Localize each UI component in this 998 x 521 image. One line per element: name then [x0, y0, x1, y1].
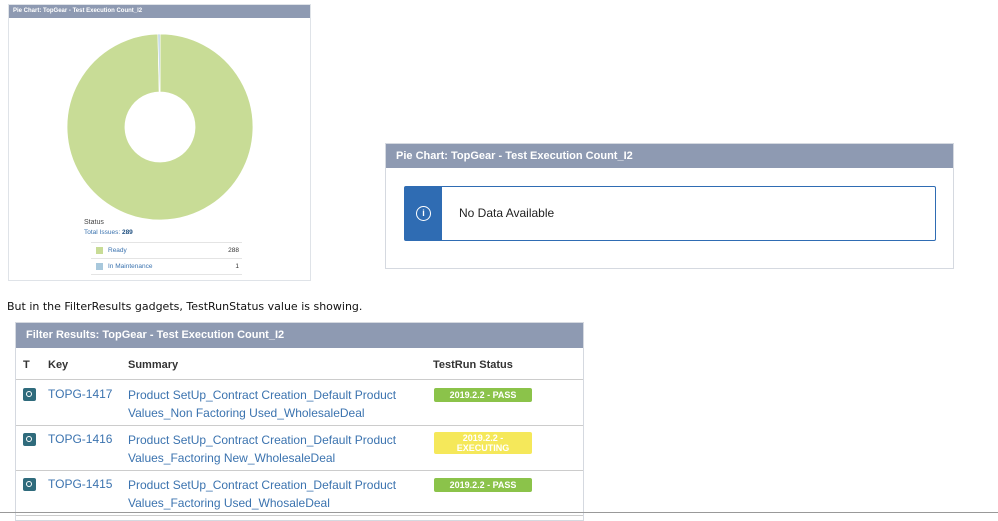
status-badge-text: EXECUTING: [456, 443, 510, 453]
column-header-type[interactable]: T: [23, 359, 30, 371]
status-badge: 2019.2.2 - PASS: [434, 478, 532, 492]
status-badge: 2019.2.2 - PASS: [434, 388, 532, 402]
issue-key-link[interactable]: TOPG-1416: [48, 432, 112, 446]
divider: [0, 512, 998, 513]
summary-line: Product SetUp_Contract Creation_Default …: [128, 433, 397, 447]
issue-summary-link[interactable]: Product SetUp_Contract Creation_Default …: [128, 432, 423, 467]
test-issue-type-icon: [23, 433, 36, 446]
total-issues-label: Total Issues:: [84, 229, 121, 236]
issue-summary-link[interactable]: Product SetUp_Contract Creation_Default …: [128, 477, 423, 512]
legend-item-ready[interactable]: Ready 288: [91, 242, 242, 259]
status-badge-text: 2019.2.2 -: [462, 433, 504, 443]
status-label: Status: [84, 219, 104, 226]
info-message: i No Data Available: [404, 186, 936, 241]
summary-line: Values_Factoring New_WholesaleDeal: [128, 450, 336, 465]
legend-count: 1: [235, 263, 239, 270]
table-row: TOPG-1415 Product SetUp_Contract Creatio…: [16, 470, 583, 516]
pie-chart: [66, 33, 254, 221]
total-issues-value[interactable]: 289: [122, 229, 133, 236]
issue-key-link[interactable]: TOPG-1415: [48, 477, 112, 491]
summary-line: Product SetUp_Contract Creation_Default …: [128, 478, 397, 492]
column-header-summary[interactable]: Summary: [128, 359, 178, 371]
legend-swatch: [96, 263, 103, 270]
legend-label: Ready: [108, 247, 127, 254]
filter-results-gadget: Filter Results: TopGear - Test Execution…: [15, 322, 584, 521]
summary-line: Values_Non Factoring Used_WholesaleDeal: [128, 405, 365, 420]
gadget-title: Pie Chart: TopGear - Test Execution Coun…: [386, 144, 953, 168]
issue-summary-link[interactable]: Product SetUp_Contract Creation_Default …: [128, 387, 423, 422]
table-header: T Key Summary TestRun Status: [16, 348, 583, 380]
legend-item-in-maintenance[interactable]: In Maintenance 1: [91, 259, 242, 275]
legend-count: 288: [228, 247, 239, 254]
gadget-title: Pie Chart: TopGear - Test Execution Coun…: [9, 5, 310, 18]
test-issue-type-icon: [23, 478, 36, 491]
gadget-title: Filter Results: TopGear - Test Execution…: [16, 323, 583, 348]
pie-chart-gadget-empty: Pie Chart: TopGear - Test Execution Coun…: [385, 143, 954, 269]
status-badge-text: 2019.2.2 - PASS: [449, 480, 517, 490]
status-badge: 2019.2.2 - EXECUTING: [434, 432, 532, 454]
column-header-testrun-status[interactable]: TestRun Status: [433, 359, 513, 371]
table-row: TOPG-1417 Product SetUp_Contract Creatio…: [16, 380, 583, 426]
issue-key-link[interactable]: TOPG-1417: [48, 387, 112, 401]
table-row: TOPG-1416 Product SetUp_Contract Creatio…: [16, 425, 583, 471]
summary-line: Product SetUp_Contract Creation_Default …: [128, 388, 397, 402]
summary-line: Values_Factoring Used_WhosaleDeal: [128, 495, 330, 510]
info-icon: i: [416, 206, 431, 221]
test-issue-type-icon: [23, 388, 36, 401]
legend-label: In Maintenance: [108, 263, 153, 270]
legend-swatch: [96, 247, 103, 254]
column-header-key[interactable]: Key: [48, 359, 68, 371]
pie-legend: Ready 288 In Maintenance 1: [91, 242, 242, 275]
total-issues: Total Issues: 289: [84, 229, 133, 236]
info-message-text: No Data Available: [459, 206, 555, 220]
caption-text: But in the FilterResults gadgets, TestRu…: [7, 300, 363, 313]
pie-chart-gadget: Pie Chart: TopGear - Test Execution Coun…: [8, 4, 311, 281]
status-badge-text: 2019.2.2 - PASS: [449, 390, 517, 400]
